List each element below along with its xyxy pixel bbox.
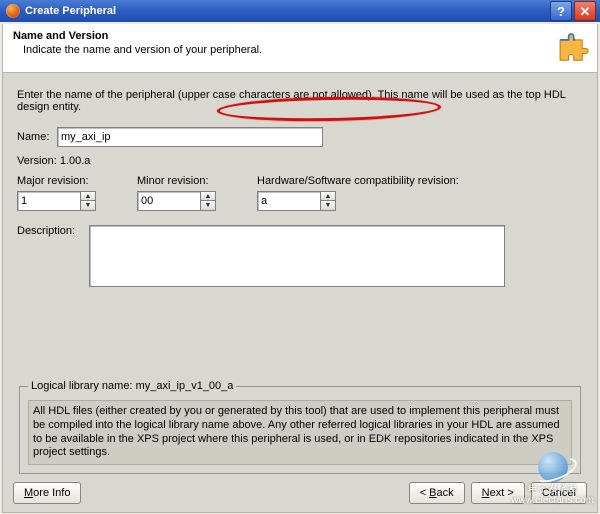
close-button[interactable]: ✕ — [574, 1, 596, 21]
minor-rev-input[interactable] — [137, 191, 201, 211]
description-label: Description: — [17, 225, 83, 237]
wizard-header: Name and Version Indicate the name and v… — [3, 24, 597, 73]
compat-rev-input[interactable] — [257, 191, 321, 211]
major-rev-input[interactable] — [17, 191, 81, 211]
description-textarea[interactable] — [89, 225, 505, 287]
more-info-btn-rest: ore Info — [33, 487, 70, 499]
next-button[interactable]: Next > — [471, 482, 525, 504]
instruction-text: Enter the name of the peripheral (upper … — [17, 89, 583, 113]
window-title: Create Peripheral — [25, 5, 116, 17]
more-info-button[interactable]: More Info — [13, 482, 81, 504]
app-icon — [6, 4, 20, 18]
name-label: Name: — [17, 131, 57, 143]
library-legend: Logical library name: my_axi_ip_v1_00_a — [28, 380, 236, 392]
major-rev-label: Major revision: — [17, 175, 117, 187]
page-subtitle: Indicate the name and version of your pe… — [23, 44, 587, 56]
minor-rev-label: Minor revision: — [137, 175, 237, 187]
wizard-icon — [555, 28, 589, 62]
minor-rev-spinner[interactable]: ▲▼ — [201, 191, 216, 211]
back-button[interactable]: < Back — [409, 482, 465, 504]
page-title: Name and Version — [13, 30, 587, 42]
name-input[interactable] — [57, 127, 323, 147]
title-bar: Create Peripheral ? ✕ — [0, 0, 600, 22]
library-groupbox: Logical library name: my_axi_ip_v1_00_a … — [19, 380, 581, 474]
help-button[interactable]: ? — [550, 1, 572, 21]
cancel-button[interactable]: Cancel — [531, 482, 587, 504]
major-rev-spinner[interactable]: ▲▼ — [81, 191, 96, 211]
library-text: All HDL files (either created by you or … — [28, 400, 572, 465]
compat-rev-label: Hardware/Software compatibility revision… — [257, 175, 459, 187]
version-label: Version: 1.00.a — [17, 155, 90, 167]
compat-rev-spinner[interactable]: ▲▼ — [321, 191, 336, 211]
